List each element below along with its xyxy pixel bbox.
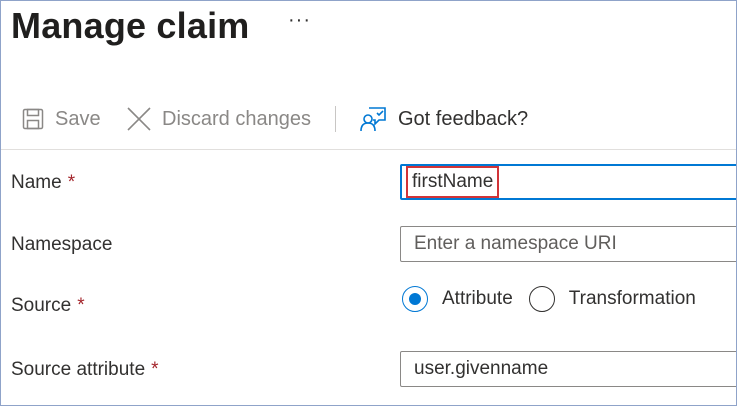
manage-claim-panel: Manage claim ··· Save Discard changes Go…	[0, 0, 737, 406]
more-options-button[interactable]: ···	[288, 9, 311, 32]
source-radio-group: Attribute Transformation	[402, 286, 712, 312]
namespace-field[interactable]: Enter a namespace URI	[400, 226, 736, 262]
source-attribute-label-text: Source attribute	[11, 359, 146, 380]
source-attribute-value: user.givenname	[414, 358, 549, 379]
source-label: Source *	[11, 295, 85, 317]
name-label-text: Name	[11, 172, 62, 193]
source-attribute-field[interactable]: user.givenname	[400, 351, 736, 387]
source-attribute-label: Source attribute *	[11, 359, 159, 381]
attribute-radio[interactable]	[402, 286, 428, 312]
required-marker: *	[151, 359, 159, 380]
page-title: Manage claim	[11, 5, 250, 46]
transformation-radio[interactable]	[528, 286, 555, 312]
radio-selected-dot	[409, 293, 421, 305]
namespace-placeholder: Enter a namespace URI	[414, 233, 617, 254]
close-icon	[126, 106, 152, 132]
name-field[interactable]: firstName	[400, 164, 736, 200]
save-label: Save	[55, 107, 101, 130]
feedback-label: Got feedback?	[398, 107, 529, 130]
name-label: Name *	[11, 172, 75, 194]
save-button[interactable]: Save	[21, 97, 101, 141]
toolbar-divider	[335, 106, 336, 132]
save-icon	[21, 107, 45, 131]
discard-changes-button[interactable]: Discard changes	[126, 97, 311, 141]
source-label-text: Source	[11, 295, 72, 316]
feedback-icon	[360, 105, 388, 133]
required-marker: *	[77, 295, 85, 316]
name-value: firstName	[406, 166, 500, 198]
attribute-radio-label[interactable]: Attribute	[442, 288, 513, 310]
namespace-label: Namespace	[11, 234, 113, 255]
toolbar-separator	[1, 149, 736, 150]
feedback-button[interactable]: Got feedback?	[360, 97, 528, 141]
discard-label: Discard changes	[162, 107, 311, 130]
command-bar: Save Discard changes Got feedback?	[1, 97, 736, 141]
required-marker: *	[67, 172, 76, 193]
transformation-radio-label[interactable]: Transformation	[569, 288, 696, 310]
